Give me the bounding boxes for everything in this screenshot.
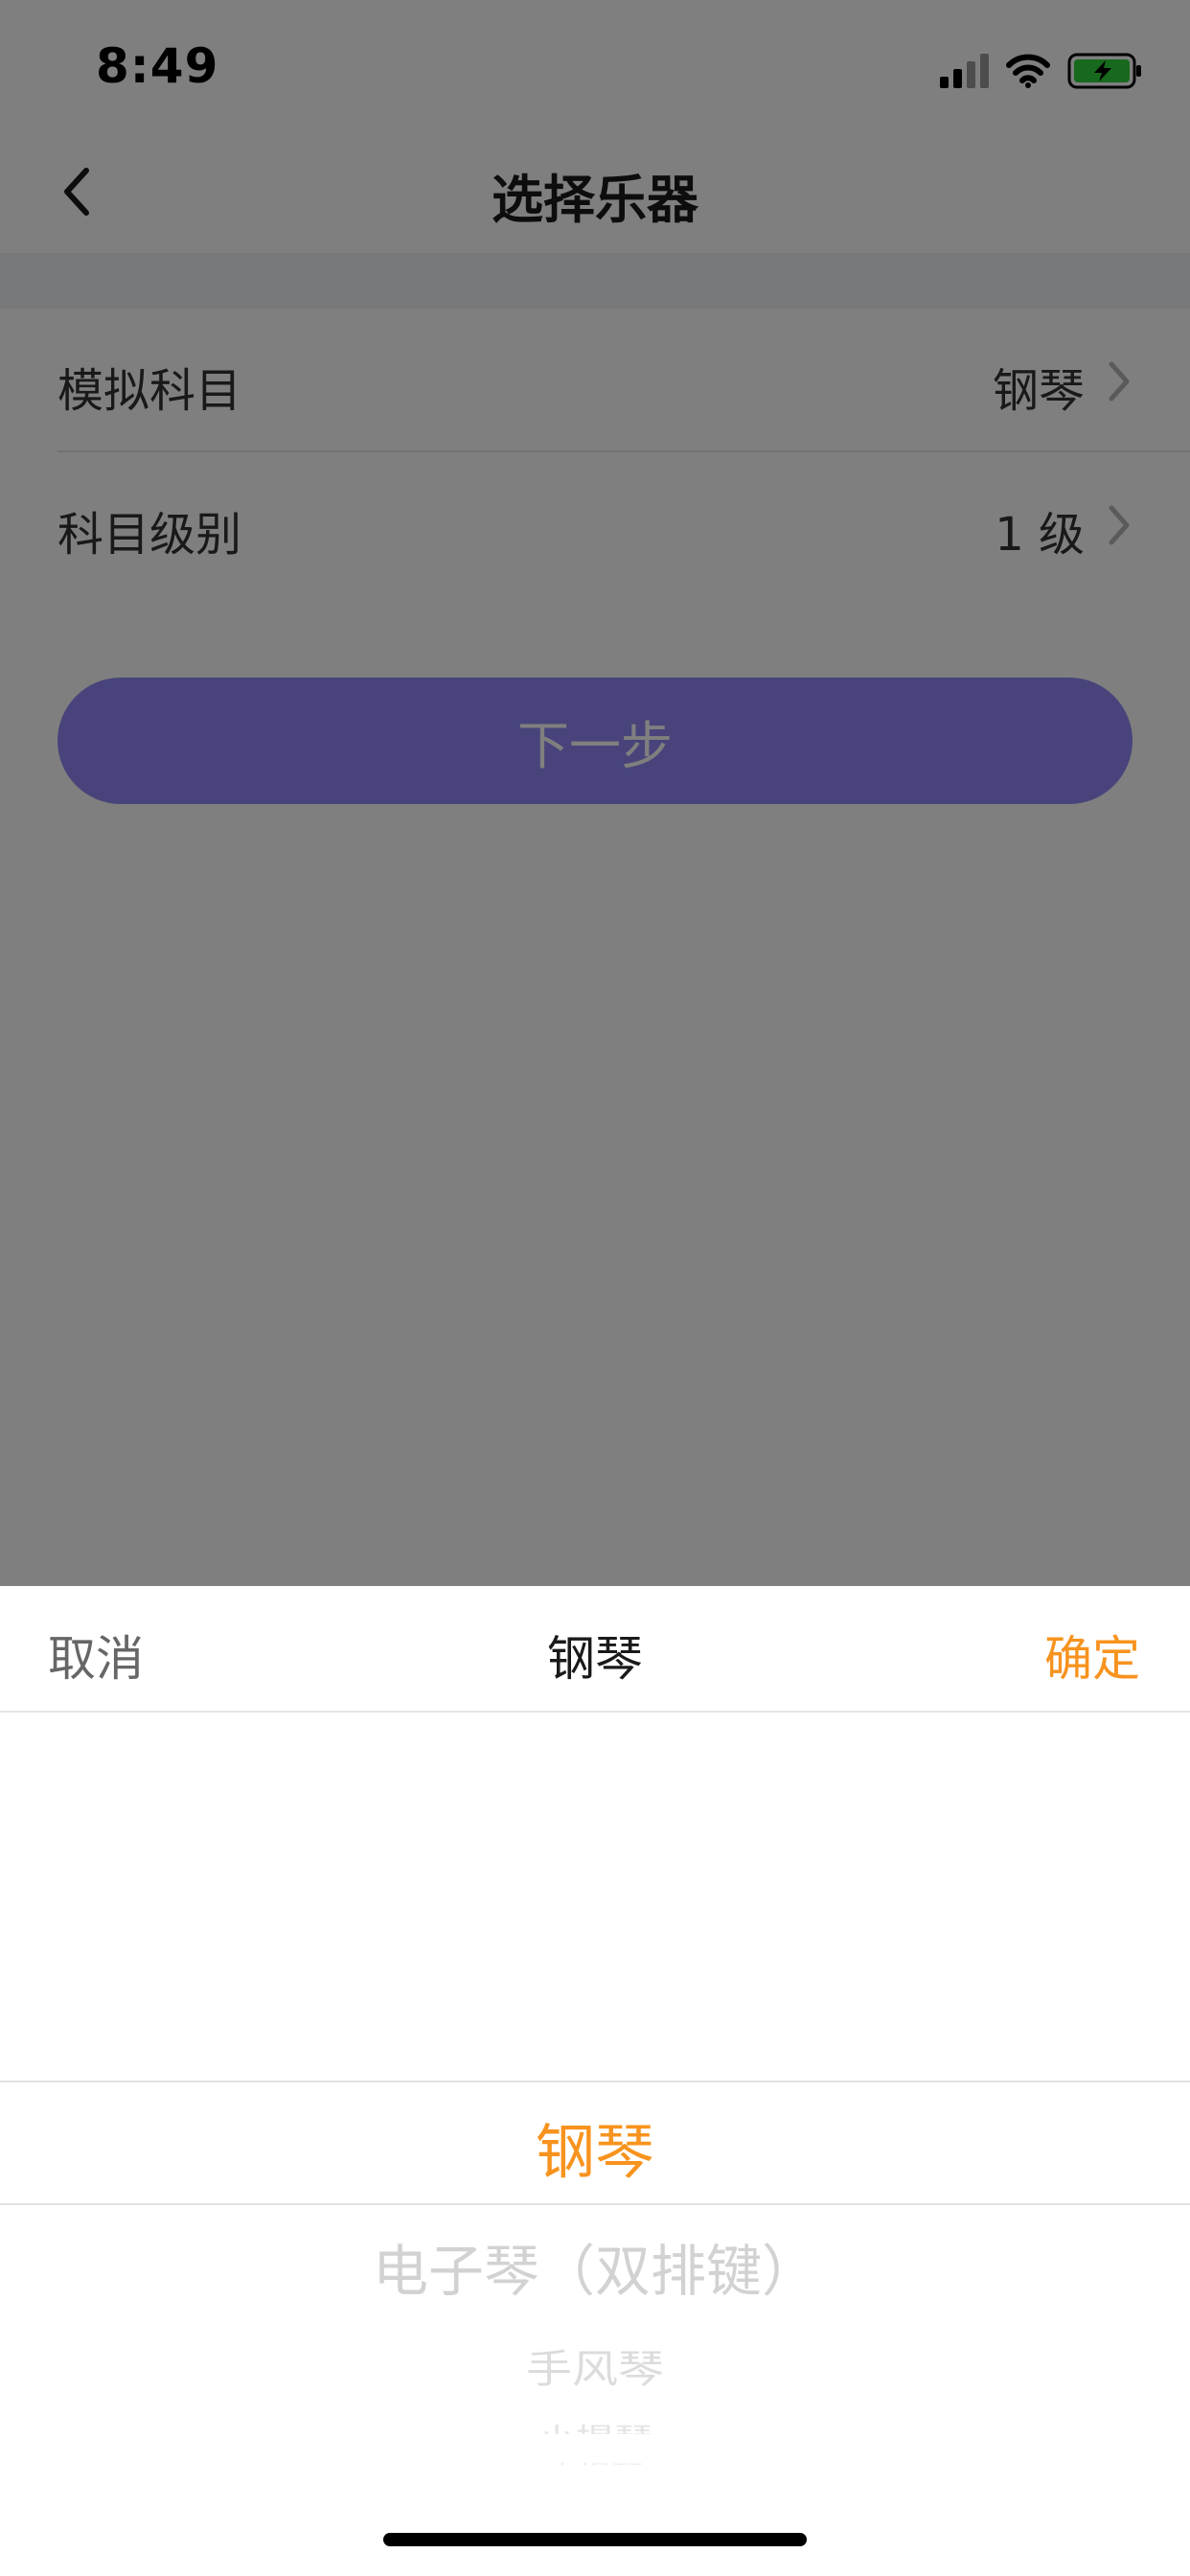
modal-backdrop[interactable] [0,0,1190,1586]
picker-selection-bottom-line [0,2203,1190,2205]
picker-option[interactable]: 电子琴（双排键） [0,2226,1190,2307]
picker-option[interactable]: 小提琴 [0,2415,1190,2434]
picker-option[interactable]: 手风琴 [0,2336,1190,2394]
instrument-picker-sheet: 取消 钢琴 确定 钢琴 电子琴（双排键） 手风琴 小提琴 大提琴 [0,1586,1190,2576]
picker-header-divider [0,1711,1190,1713]
picker-title: 钢琴 [547,1631,643,1687]
confirm-button[interactable]: 确定 [1044,1621,1140,1690]
picker-option-selected[interactable]: 钢琴 [0,2104,1190,2190]
home-indicator[interactable] [383,2533,807,2546]
picker-selection-top-line [0,2081,1190,2082]
picker-option[interactable]: 大提琴 [0,2457,1190,2466]
